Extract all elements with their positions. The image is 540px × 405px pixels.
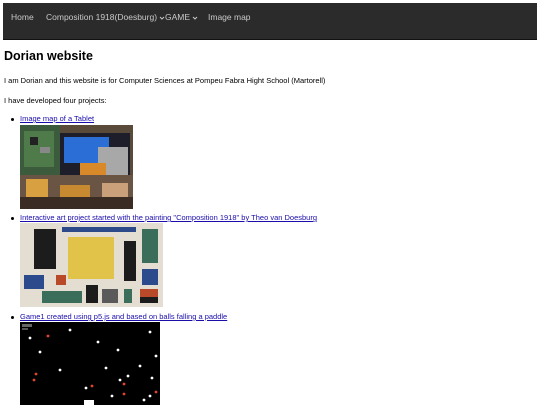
project-link-game[interactable]: Game1 created using p5.js and based on b…	[20, 312, 227, 322]
game-canvas-image[interactable]	[20, 322, 160, 405]
projects-intro-text: I have developed four projects:	[4, 96, 107, 105]
nav-composition-dropdown[interactable]: Composition 1918(Doesburg)	[46, 12, 165, 23]
tablet-circuit-image[interactable]	[20, 125, 133, 209]
nav-home[interactable]: Home	[11, 12, 34, 23]
project-link-composition[interactable]: Interactive art project started with the…	[20, 213, 317, 223]
chevron-down-icon	[192, 16, 198, 20]
list-bullet	[11, 118, 14, 121]
composition-1918-image[interactable]	[20, 223, 163, 307]
list-bullet	[11, 316, 14, 319]
nav-game-dropdown[interactable]: GAME	[165, 12, 198, 23]
list-bullet	[11, 217, 14, 220]
intro-text: I am Dorian and this website is for Comp…	[4, 76, 326, 85]
project-link-image-map[interactable]: Image map of a Tablet	[20, 114, 94, 124]
nav-composition-label: Composition 1918(Doesburg)	[46, 12, 158, 22]
nav-image-map[interactable]: Image map	[208, 12, 251, 23]
page-title: Dorian website	[4, 49, 93, 63]
nav-game-label: GAME	[165, 12, 191, 22]
top-navbar: Home Composition 1918(Doesburg) GAME Ima…	[3, 3, 537, 40]
